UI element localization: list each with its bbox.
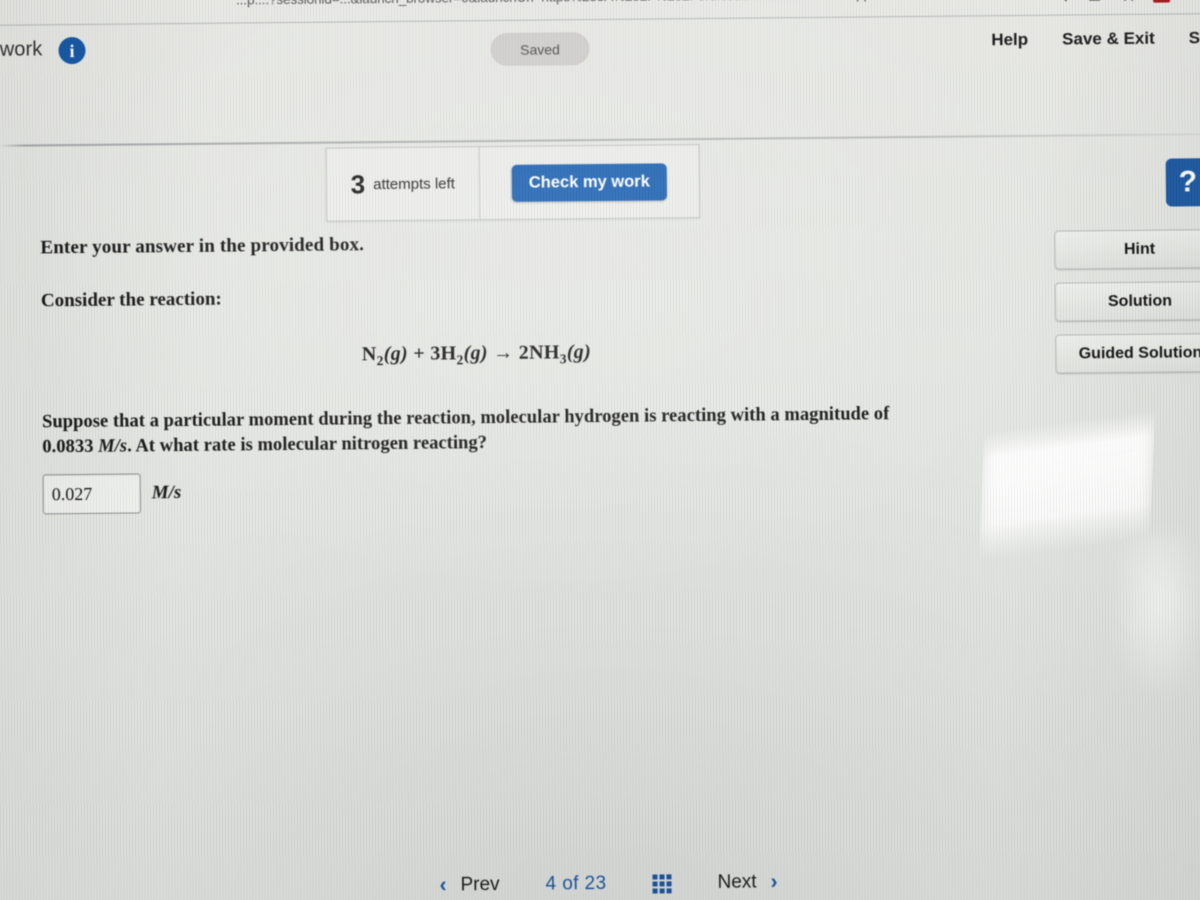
search-icon[interactable] [1051, 0, 1069, 4]
help-link[interactable]: Help [991, 30, 1028, 50]
address-bar-url[interactable]: ...p:...?sessionid=...&launch_browser=0&… [236, 0, 938, 7]
check-my-work-button[interactable]: Check my work [511, 162, 668, 202]
guided-solution-button[interactable]: Guided Solution [1055, 333, 1200, 374]
question-body: Enter your answer in the provided box. C… [40, 229, 912, 461]
solution-button[interactable]: Solution [1054, 281, 1200, 322]
extensions-puzzle-icon[interactable] [1186, 0, 1200, 2]
screen-photo: ...p:...?sessionid=...&launch_browser=0&… [0, 0, 1200, 900]
assignment-header: ework i Saved Help Save & Exit Su [0, 14, 1200, 110]
header-actions: Help Save & Exit Su [991, 28, 1200, 50]
question-instruction: Enter your answer in the provided box. [40, 234, 365, 259]
submit-link[interactable]: Su [1189, 28, 1200, 48]
equation-reactant-2: 3H2(g) [430, 342, 488, 368]
side-button-group: Hint Solution Guided Solution [1054, 229, 1200, 374]
question-consider-label: Consider the reaction: [40, 288, 222, 312]
check-my-work-cell: Check my work [479, 145, 699, 219]
next-button[interactable]: Next › [717, 870, 777, 895]
page-counter: 4 of 23 [545, 873, 606, 896]
monitor-screen: ...p:...?sessionid=...&launch_browser=0&… [0, 0, 1200, 900]
chevron-left-icon: ‹ [439, 873, 447, 897]
question-prompt: Suppose that a particular moment during … [42, 402, 912, 461]
equation-arrow: → [493, 341, 514, 365]
attempts-counter: 3 attempts left [326, 147, 481, 221]
page-of: of [562, 873, 579, 895]
page-total: 23 [584, 872, 607, 895]
attempts-count: 3 [350, 169, 366, 200]
question-grid-icon[interactable] [652, 873, 672, 894]
page-current: 4 [545, 873, 557, 895]
answer-unit-label: M/s [151, 482, 182, 504]
info-icon[interactable]: i [58, 36, 86, 65]
question-mark-help-icon[interactable]: ? [1165, 158, 1200, 207]
question-prompt-unit: M/s [98, 436, 128, 457]
prev-label: Prev [460, 874, 500, 896]
check-my-work-toolbar: 3 attempts left Check my work [325, 144, 701, 222]
bookmark-star-icon[interactable] [1119, 0, 1137, 3]
equation-plus: + [413, 342, 426, 365]
save-and-exit-link[interactable]: Save & Exit [1062, 29, 1155, 50]
bottom-navigation: ‹ Prev 4 of 23 Next › [0, 866, 1200, 900]
share-icon[interactable] [1085, 0, 1103, 3]
attempts-label: attempts left [373, 174, 455, 193]
answer-row: M/s [42, 473, 182, 515]
hint-button[interactable]: Hint [1054, 229, 1200, 270]
question-prompt-line-1: Suppose that a particular moment during … [41, 405, 780, 433]
chevron-right-icon: › [770, 870, 778, 894]
status-badge-saved: Saved [490, 32, 590, 67]
equation-reactant-1: N2(g) [361, 342, 409, 369]
answer-input[interactable] [42, 473, 141, 515]
equation-product: 2NH3(g) [518, 341, 592, 367]
page-title: ework [0, 38, 43, 61]
chemical-equation: N2(g) + 3H2(g) → 2NH3(g) [41, 338, 911, 372]
prev-button[interactable]: ‹ Prev [439, 873, 499, 898]
question-prompt-line-2b: . At what rate is molecular nitrogen rea… [127, 433, 488, 457]
browser-toolbar-icons: A [1051, 0, 1200, 4]
screen-content: ...p:...?sessionid=...&launch_browser=0&… [0, 0, 1200, 900]
adobe-pdf-extension-icon[interactable]: A [1152, 0, 1171, 3]
next-label: Next [717, 871, 757, 893]
